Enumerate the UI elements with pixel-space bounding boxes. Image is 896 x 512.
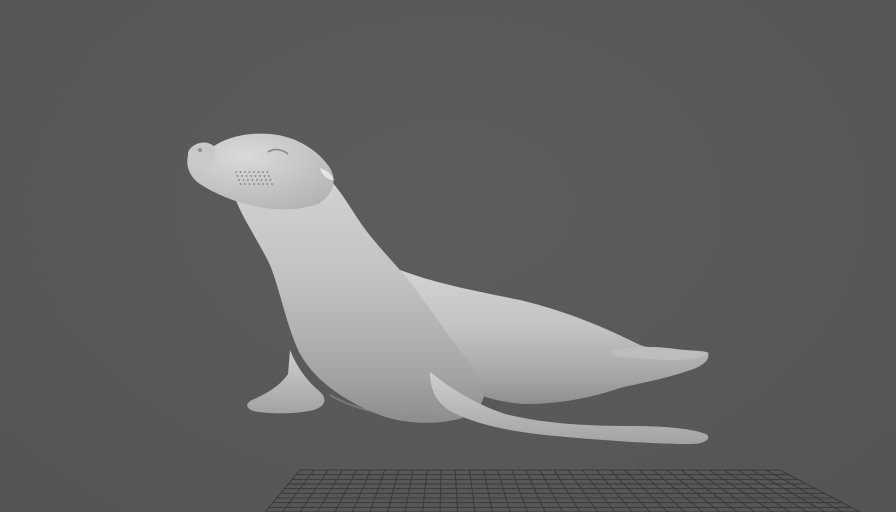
grid-line (282, 469, 315, 512)
grid-line (439, 469, 442, 512)
grid-line (553, 469, 581, 512)
grid-line (723, 469, 791, 512)
grid-line (525, 469, 546, 512)
whisker-dot (235, 171, 237, 173)
grid-line (369, 469, 386, 512)
grid-line (539, 469, 563, 512)
whisker-dot (251, 179, 254, 181)
grid-line (765, 469, 843, 512)
grid-line (610, 469, 651, 512)
whisker-dot (253, 183, 255, 185)
whisker-dot (244, 171, 246, 173)
grid-line (468, 469, 476, 512)
whisker-dot (247, 179, 249, 181)
grid-line (666, 469, 721, 512)
grid-line (581, 469, 616, 512)
whisker-dot (253, 171, 255, 173)
ground-grid (264, 469, 861, 512)
whisker-dot (266, 183, 269, 185)
whisker-dot (260, 179, 263, 181)
grid-line (422, 469, 428, 512)
whisker-dot (262, 171, 264, 173)
whisker-dot (239, 171, 242, 173)
whisker-dot (257, 171, 260, 173)
whisker-dot (254, 175, 257, 177)
whisker-dot (238, 179, 240, 181)
whisker-dot (259, 175, 261, 177)
grid-line (299, 469, 329, 512)
viewport-canvas[interactable] (0, 0, 896, 512)
grid-line (264, 469, 301, 512)
sea-lion-model[interactable] (187, 133, 709, 444)
grid-line (567, 469, 598, 512)
grid-line (779, 469, 861, 512)
grid-line (404, 469, 414, 512)
grid-line (695, 469, 756, 512)
whisker-dot (239, 183, 242, 185)
grid-line (511, 469, 528, 512)
whisker-dot (248, 183, 251, 185)
grid-line (680, 469, 738, 512)
whisker-dot (262, 183, 264, 185)
whisker-dot (263, 175, 266, 177)
grid-line (483, 469, 493, 512)
3d-viewport[interactable] (0, 0, 896, 512)
whisker-dot (268, 175, 270, 177)
grid-line (352, 469, 372, 512)
grid-line (737, 469, 808, 512)
whisker-dot (269, 179, 272, 181)
sea-lion-nostril (198, 148, 202, 152)
whisker-dot (236, 175, 239, 177)
whisker-dot (256, 179, 258, 181)
whisker-dot (245, 175, 248, 177)
grid-line (497, 469, 511, 512)
whisker-dot (250, 175, 252, 177)
whisker-dot (265, 179, 267, 181)
whisker-dot (244, 183, 246, 185)
whisker-dot (257, 183, 260, 185)
whisker-dot (242, 179, 245, 181)
whisker-dot (271, 183, 273, 185)
grid-line (387, 469, 400, 512)
whisker-dot (241, 175, 243, 177)
whisker-dot (248, 171, 251, 173)
grid-line (596, 469, 633, 512)
whisker-dot (266, 171, 269, 173)
grid-line (454, 469, 458, 512)
